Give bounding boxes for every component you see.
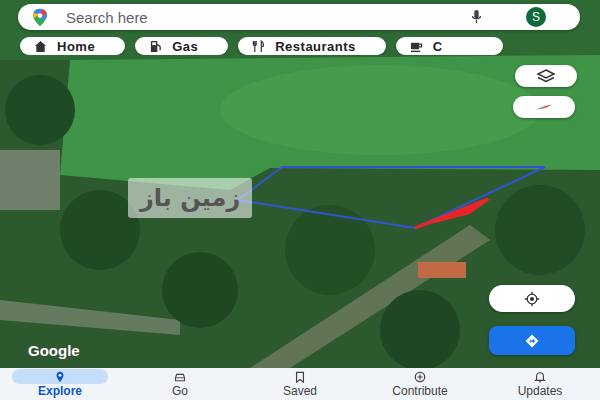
- gas-station-icon: [149, 40, 162, 53]
- watermark-text: زمین باز: [140, 184, 240, 212]
- nav-label: Go: [172, 384, 188, 398]
- compass-button[interactable]: [513, 96, 575, 118]
- nav-item[interactable]: Updates: [480, 368, 600, 400]
- compass-icon: [534, 99, 554, 115]
- microphone-icon[interactable]: [471, 9, 482, 25]
- bell-icon: [534, 371, 546, 383]
- maps-app: Search here S Home Gas Restaurants C زمین باز G…: [0, 0, 600, 400]
- restaurant-icon: [252, 40, 265, 53]
- search-area: Search here S Home Gas Restaurants C: [0, 4, 600, 55]
- chip-label: Gas: [172, 39, 198, 54]
- add-circle-icon: [414, 371, 426, 383]
- nav-icon-holder: [160, 369, 200, 384]
- google-attribution: Google: [28, 342, 80, 359]
- map-view[interactable]: Search here S Home Gas Restaurants C زمین باز G…: [0, 0, 600, 368]
- chip-label: Home: [57, 39, 95, 54]
- nav-icon-holder: [280, 369, 320, 384]
- nav-label: Contribute: [392, 384, 447, 398]
- search-bar[interactable]: Search here S: [18, 4, 580, 30]
- satellite-imagery[interactable]: [0, 0, 600, 368]
- category-chip[interactable]: Home: [20, 37, 125, 55]
- location-pin-icon: [54, 371, 66, 383]
- nav-label: Explore: [38, 384, 82, 398]
- nav-item[interactable]: Explore: [0, 368, 120, 400]
- coffee-icon: [410, 40, 423, 53]
- directions-icon: [522, 333, 542, 349]
- directions-button[interactable]: [489, 326, 575, 355]
- watermark: زمین باز: [128, 178, 252, 218]
- target-icon: [522, 291, 542, 307]
- nav-item[interactable]: Go: [120, 368, 240, 400]
- bottom-navigation: Explore Go Saved Contribute Updates: [0, 368, 600, 400]
- category-chip[interactable]: C: [396, 37, 503, 55]
- nav-item[interactable]: Contribute: [360, 368, 480, 400]
- account-avatar[interactable]: S: [526, 7, 546, 27]
- nav-label: Saved: [283, 384, 317, 398]
- nav-item[interactable]: Saved: [240, 368, 360, 400]
- category-chip[interactable]: Restaurants: [238, 37, 386, 55]
- layers-button[interactable]: [515, 65, 577, 87]
- nav-icon-holder: [12, 369, 108, 384]
- home-icon: [34, 40, 47, 53]
- nav-label: Updates: [518, 384, 563, 398]
- maps-logo-icon: [32, 8, 48, 27]
- chip-label: C: [433, 39, 443, 54]
- category-chips: Home Gas Restaurants C: [0, 37, 600, 55]
- nav-icon-holder: [400, 369, 440, 384]
- search-placeholder: Search here: [66, 9, 148, 26]
- car-icon: [174, 371, 186, 383]
- my-location-button[interactable]: [489, 285, 575, 312]
- chip-label: Restaurants: [275, 39, 356, 54]
- bookmark-icon: [294, 371, 306, 383]
- nav-icon-holder: [520, 369, 560, 384]
- layers-icon: [536, 68, 556, 84]
- category-chip[interactable]: Gas: [135, 37, 228, 55]
